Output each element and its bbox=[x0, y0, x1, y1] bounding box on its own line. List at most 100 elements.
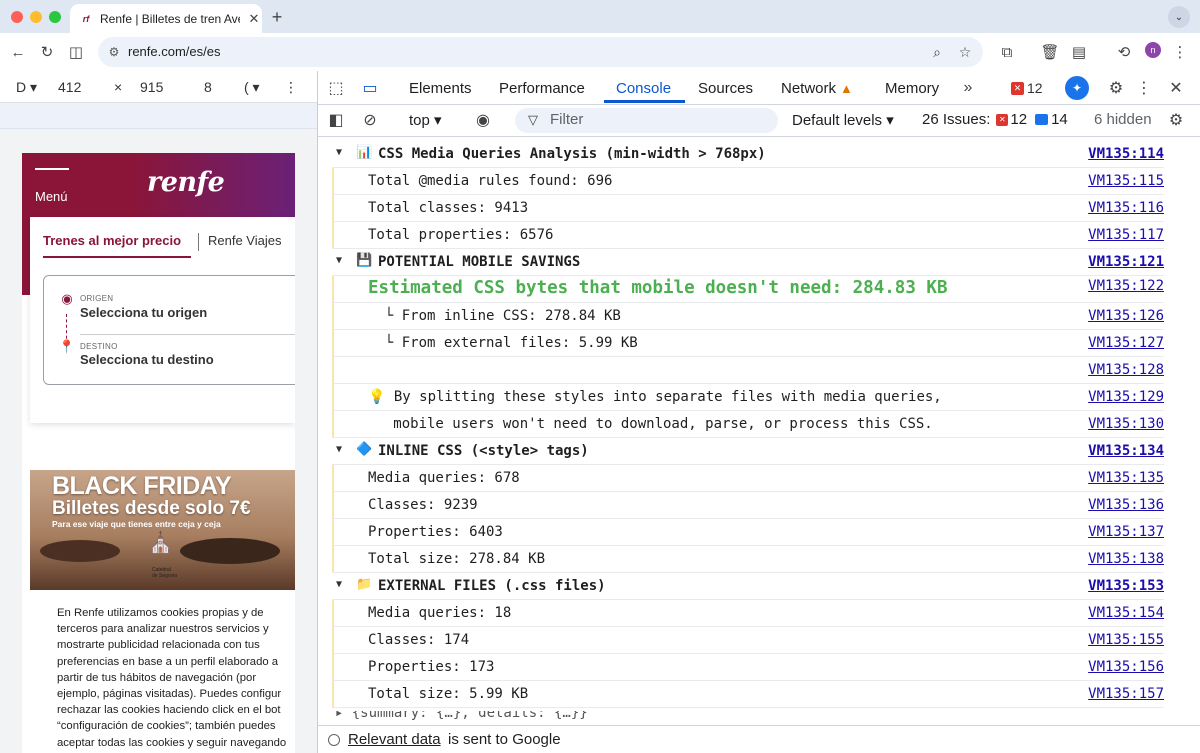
sync-icon[interactable]: ⟲ bbox=[1114, 42, 1134, 62]
source-link[interactable]: VM135:156 bbox=[1088, 659, 1164, 675]
expand-caret-icon[interactable]: ▼ bbox=[336, 147, 342, 158]
group-indent-bar bbox=[332, 600, 334, 626]
device-more-icon[interactable]: ⋮ bbox=[284, 79, 298, 96]
trash-icon[interactable]: 🗑 bbox=[1040, 42, 1060, 62]
tab-renfe-viajes[interactable]: Renfe Viajes bbox=[208, 233, 281, 248]
console-settings-icon[interactable]: ⚙ bbox=[1166, 110, 1186, 130]
expand-caret-icon[interactable]: ▼ bbox=[336, 255, 342, 266]
console-message: EXTERNAL FILES (.css files) bbox=[378, 578, 606, 594]
expand-caret-icon[interactable]: ▼ bbox=[336, 444, 342, 455]
dimensions-dropdown[interactable]: D ▾ bbox=[16, 79, 37, 96]
source-link[interactable]: VM135:122 bbox=[1088, 278, 1164, 294]
clear-console-icon[interactable]: ⊘ bbox=[360, 110, 380, 130]
console-output: ▼ 📊 CSS Media Queries Analysis (min-width … bbox=[318, 137, 1200, 725]
source-link[interactable]: VM135:116 bbox=[1088, 200, 1164, 216]
source-link[interactable]: VM135:128 bbox=[1088, 362, 1164, 378]
source-link[interactable]: VM135:117 bbox=[1088, 227, 1164, 243]
console-group-row[interactable]: ▼ 🔷 INLINE CSS (<style> tags) VM135:134 bbox=[332, 438, 1164, 465]
device-ruler bbox=[0, 103, 317, 129]
console-group-row[interactable]: ▼ 📊 CSS Media Queries Analysis (min-width … bbox=[332, 141, 1164, 168]
devtools-menu-icon[interactable]: ⋮ bbox=[1134, 78, 1154, 98]
source-link[interactable]: VM135:114 bbox=[1088, 146, 1164, 162]
tab-network[interactable]: Network ▲ bbox=[781, 80, 853, 97]
site-info-icon[interactable]: ⚙ bbox=[106, 44, 122, 60]
reading-list-icon[interactable]: ▤ bbox=[1069, 42, 1089, 62]
hamburger-menu-icon[interactable] bbox=[35, 168, 69, 176]
viewport-width-input[interactable]: 412 bbox=[58, 79, 81, 95]
browser-tab[interactable]: rf Renfe | Billetes de tren Ave, A ✕ bbox=[70, 4, 262, 33]
throttle-dropdown[interactable]: ( ▾ bbox=[244, 79, 260, 96]
inspect-element-icon[interactable]: ⬚ bbox=[326, 78, 346, 98]
ai-assistance-icon[interactable]: ✦ bbox=[1065, 76, 1089, 100]
menu-label[interactable]: Menú bbox=[35, 189, 68, 204]
context-selector[interactable]: top ▾ bbox=[409, 111, 442, 129]
tab-performance[interactable]: Performance bbox=[499, 80, 585, 97]
tab-trenes[interactable]: Trenes al mejor precio bbox=[43, 233, 191, 258]
reload-icon[interactable]: ↻ bbox=[37, 42, 57, 62]
settings-gear-icon[interactable]: ⚙ bbox=[1106, 78, 1126, 98]
console-object-row[interactable]: ▸ {summary: {…}, details: {…}} bbox=[318, 711, 1200, 725]
zoom-icon[interactable]: ⌕ bbox=[928, 43, 946, 61]
source-link[interactable]: VM135:129 bbox=[1088, 389, 1164, 405]
maximize-window-button[interactable] bbox=[49, 11, 61, 23]
tab-search-button[interactable]: ⌄ bbox=[1168, 6, 1190, 28]
source-link[interactable]: VM135:153 bbox=[1088, 578, 1164, 594]
issues-counter[interactable]: 26 Issues: ✕ 12 14 bbox=[922, 111, 1068, 128]
source-link[interactable]: VM135:137 bbox=[1088, 524, 1164, 540]
log-levels-dropdown[interactable]: Default levels ▾ bbox=[792, 111, 894, 129]
close-devtools-icon[interactable]: ✕ bbox=[1166, 78, 1186, 98]
zoom-dropdown[interactable]: 8 bbox=[204, 79, 212, 95]
group-indent-bar bbox=[332, 681, 334, 707]
tab-memory[interactable]: Memory bbox=[885, 80, 939, 97]
source-link[interactable]: VM135:157 bbox=[1088, 686, 1164, 702]
renfe-logo[interactable]: renfe bbox=[147, 167, 225, 198]
source-link[interactable]: VM135:127 bbox=[1088, 335, 1164, 351]
hidden-count[interactable]: 6 hidden bbox=[1094, 111, 1152, 128]
source-link[interactable]: VM135:136 bbox=[1088, 497, 1164, 513]
viewport-height-input[interactable]: 915 bbox=[140, 79, 163, 95]
destination-field[interactable]: Selecciona tu destino bbox=[80, 352, 214, 367]
minimize-window-button[interactable] bbox=[30, 11, 42, 23]
source-link[interactable]: VM135:121 bbox=[1088, 254, 1164, 270]
source-link[interactable]: VM135:134 bbox=[1088, 443, 1164, 459]
console-message: Properties: 6403 bbox=[368, 524, 503, 540]
console-group-row[interactable]: ▼ 💾 POTENTIAL MOBILE SAVINGS VM135:121 bbox=[332, 249, 1164, 276]
address-bar[interactable]: ⚙ renfe.com/es/es ⌕ ☆ bbox=[98, 37, 983, 67]
relevant-data-link[interactable]: Relevant data bbox=[348, 731, 441, 748]
browser-menu-icon[interactable]: ⋮ bbox=[1170, 42, 1190, 62]
console-message: Total properties: 6576 bbox=[368, 227, 554, 243]
warning-icon: ▲ bbox=[840, 81, 853, 96]
expand-caret-icon[interactable]: ▼ bbox=[336, 579, 342, 590]
url-text[interactable]: renfe.com/es/es bbox=[128, 44, 221, 59]
console-log-row: Properties: 173 VM135:156 bbox=[332, 654, 1164, 681]
source-link[interactable]: VM135:130 bbox=[1088, 416, 1164, 432]
split-view-icon[interactable]: ◫ bbox=[66, 42, 86, 62]
console-group-row[interactable]: ▼ 📁 EXTERNAL FILES (.css files) VM135:153 bbox=[332, 573, 1164, 600]
origin-field[interactable]: Selecciona tu origen bbox=[80, 305, 207, 320]
source-link[interactable]: VM135:115 bbox=[1088, 173, 1164, 189]
source-link[interactable]: VM135:126 bbox=[1088, 308, 1164, 324]
tab-sources[interactable]: Sources bbox=[698, 80, 753, 97]
tab-elements[interactable]: Elements bbox=[409, 80, 472, 97]
relevant-data-radio[interactable] bbox=[328, 734, 340, 746]
source-link[interactable]: VM135:138 bbox=[1088, 551, 1164, 567]
tab-console[interactable]: Console bbox=[616, 80, 671, 97]
extensions-icon[interactable]: ⧉ bbox=[997, 42, 1017, 62]
error-count-badge[interactable]: ✕ 12 bbox=[1011, 80, 1043, 96]
black-friday-banner[interactable]: BLACK FRIDAY Billetes desde solo 7€ Para… bbox=[30, 470, 295, 590]
device-toolbar-icon[interactable]: ▭ bbox=[360, 78, 380, 98]
back-arrow-icon[interactable]: ← bbox=[8, 42, 28, 62]
source-link[interactable]: VM135:155 bbox=[1088, 632, 1164, 648]
source-link[interactable]: VM135:154 bbox=[1088, 605, 1164, 621]
close-window-button[interactable] bbox=[11, 11, 23, 23]
more-tabs-icon[interactable]: » bbox=[958, 78, 978, 98]
bookmark-star-icon[interactable]: ☆ bbox=[956, 43, 974, 61]
tab-close-icon[interactable]: ✕ bbox=[246, 11, 262, 27]
source-link[interactable]: VM135:135 bbox=[1088, 470, 1164, 486]
new-tab-button[interactable]: + bbox=[268, 7, 286, 28]
profile-avatar[interactable]: n bbox=[1145, 42, 1161, 58]
console-message: Total size: 278.84 KB bbox=[368, 551, 546, 567]
live-expression-eye-icon[interactable]: ◉ bbox=[473, 110, 493, 130]
device-toolbar: D ▾ 412 × 915 8 ( ▾ ⋮ bbox=[0, 71, 317, 103]
sidebar-toggle-icon[interactable]: ◧ bbox=[326, 110, 346, 130]
